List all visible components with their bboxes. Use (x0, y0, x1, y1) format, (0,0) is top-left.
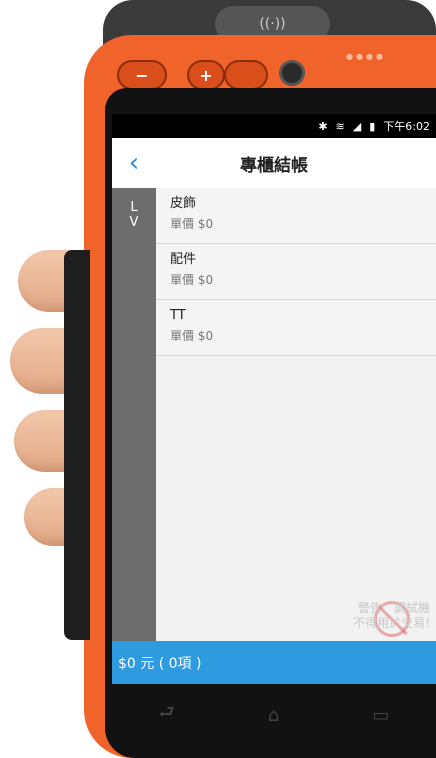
bluetooth-icon: ✱ (318, 119, 328, 133)
item-list: 皮飾 單價 $0 配件 單價 $0 TT 單價 $0 警告：調試機 不得用於交易… (156, 188, 436, 641)
hardware-plus-button[interactable]: + (187, 60, 225, 90)
item-price: 單價 $0 (170, 217, 214, 231)
status-time: 下午6:02 (383, 120, 430, 133)
back-nav-icon[interactable]: ⮐ (159, 700, 175, 730)
content-area: L V 皮飾 單價 $0 配件 單價 $0 TT 單價 $0 警告：調試機 不得… (112, 188, 436, 641)
watermark-line2: 不得用於交易! (353, 616, 430, 630)
home-nav-icon[interactable]: ⌂ (268, 705, 279, 726)
indicator-leds: ●●●● (346, 52, 386, 61)
app-header: ‹ 專櫃結帳 (112, 138, 436, 189)
wifi-icon: ≋ (335, 119, 345, 133)
page-title: 專櫃結帳 (240, 155, 308, 176)
chevron-left-icon: ‹ (128, 148, 140, 178)
item-name: 配件 (170, 252, 197, 267)
brand-label-line1: L (130, 200, 138, 215)
hardware-minus-button[interactable]: − (117, 60, 167, 90)
item-name: 皮飾 (170, 196, 197, 211)
battery-icon: ▮ (369, 119, 376, 133)
screen: ✱ ≋ ◢ ▮ 下午6:02 ‹ 專櫃結帳 L V 皮飾 單價 $0 配件 單價… (112, 114, 436, 684)
list-item[interactable]: TT 單價 $0 (156, 300, 436, 356)
item-name: TT (170, 308, 186, 323)
camera-icon (279, 60, 305, 86)
status-bar: ✱ ≋ ◢ ▮ 下午6:02 (112, 114, 436, 138)
brand-label-line2: V (129, 215, 139, 230)
system-nav-bar: ⮐ ⌂ ▭ (112, 690, 436, 740)
item-price: 單價 $0 (170, 273, 214, 287)
debug-watermark: 警告：調試機 不得用於交易! (353, 601, 430, 631)
brand-tab-lv[interactable]: L V (112, 188, 156, 641)
hardware-side-button[interactable] (224, 60, 268, 90)
device-side-grip (64, 250, 90, 640)
cart-total-bar[interactable]: $0 元 ( 0項 ) (112, 641, 436, 684)
cart-total: $0 元 ( 0項 ) (118, 655, 202, 672)
list-item[interactable]: 皮飾 單價 $0 (156, 188, 436, 244)
watermark-line1: 警告：調試機 (357, 601, 430, 615)
recents-nav-icon[interactable]: ▭ (372, 705, 389, 726)
back-button[interactable]: ‹ (112, 138, 156, 188)
signal-icon: ◢ (352, 119, 362, 133)
list-item[interactable]: 配件 單價 $0 (156, 244, 436, 300)
item-price: 單價 $0 (170, 329, 214, 343)
